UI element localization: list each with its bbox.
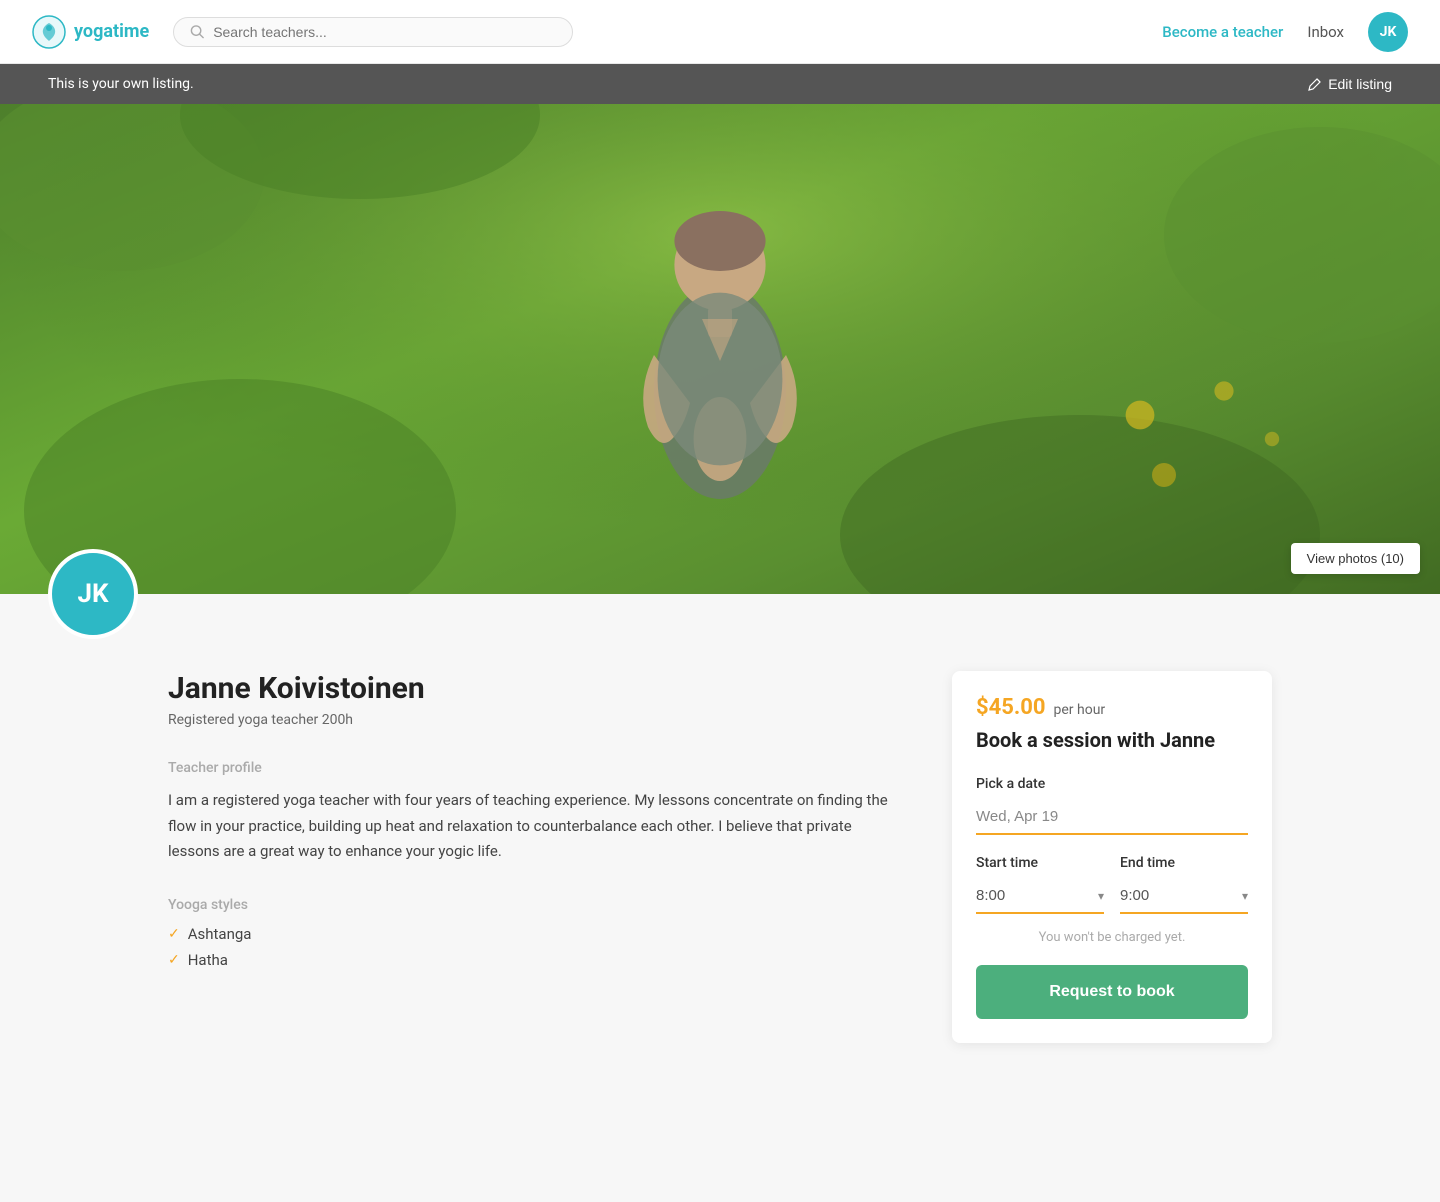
end-time-label: End time (1120, 855, 1248, 871)
hero-container: View photos (10) (0, 104, 1440, 594)
start-time-chevron: ▾ (1098, 889, 1104, 903)
become-teacher-link[interactable]: Become a teacher (1162, 23, 1283, 41)
date-form-group: Pick a date (976, 776, 1248, 835)
end-time-select[interactable]: 8:00 9:00 10:00 11:00 12:00 (1120, 887, 1242, 904)
main-content: Janne Koivistoinen Registered yoga teach… (120, 639, 1320, 1107)
user-avatar-nav[interactable]: JK (1368, 12, 1408, 52)
edit-listing-button[interactable]: Edit listing (1308, 76, 1392, 92)
teacher-name: Janne Koivistoinen (168, 671, 904, 706)
booking-title: Book a session with Janne (976, 728, 1248, 752)
date-input[interactable] (976, 800, 1248, 835)
navbar: yogatime Become a teacher Inbox JK (0, 0, 1440, 64)
search-input[interactable] (213, 24, 556, 40)
start-time-select[interactable]: 7:00 8:00 9:00 10:00 11:00 (976, 887, 1098, 904)
end-time-wrapper: 8:00 9:00 10:00 11:00 12:00 ▾ (1120, 879, 1248, 914)
hero-illustration (0, 104, 1440, 594)
date-label: Pick a date (976, 776, 1248, 792)
left-column: Janne Koivistoinen Registered yoga teach… (168, 671, 904, 1043)
logo-link[interactable]: yogatime (32, 15, 149, 49)
check-icon-ashtanga: ✓ (168, 926, 180, 942)
navbar-right: Become a teacher Inbox JK (1162, 12, 1408, 52)
end-time-chevron: ▾ (1242, 889, 1248, 903)
logo-text: yogatime (74, 21, 149, 42)
styles-section-label: Yooga styles (168, 897, 904, 913)
profile-avatar-section: JK (0, 549, 1440, 639)
listing-banner: This is your own listing. Edit listing (0, 64, 1440, 104)
no-charge-text: You won't be charged yet. (976, 930, 1248, 945)
style-name-hatha: Hatha (188, 951, 228, 969)
check-icon-hatha: ✓ (168, 952, 180, 968)
teacher-subtitle: Registered yoga teacher 200h (168, 712, 904, 728)
logo-icon (32, 15, 66, 49)
start-time-wrapper: 7:00 8:00 9:00 10:00 11:00 ▾ (976, 879, 1104, 914)
end-time-group: End time 8:00 9:00 10:00 11:00 12:00 ▾ (1120, 855, 1248, 914)
profile-section-label: Teacher profile (168, 760, 904, 776)
style-item-ashtanga: ✓ Ashtanga (168, 925, 904, 943)
hero-bg (0, 104, 1440, 594)
search-box[interactable] (173, 17, 573, 47)
start-time-group: Start time 7:00 8:00 9:00 10:00 11:00 ▾ (976, 855, 1104, 914)
request-to-book-button[interactable]: Request to book (976, 965, 1248, 1019)
edit-listing-label: Edit listing (1328, 76, 1392, 92)
pencil-icon (1308, 77, 1322, 91)
price-value: $45.00 (976, 695, 1046, 720)
listing-banner-message: This is your own listing. (48, 76, 194, 92)
booking-card: $45.00 per hour Book a session with Jann… (952, 671, 1272, 1043)
inbox-link[interactable]: Inbox (1307, 23, 1344, 41)
time-row: Start time 7:00 8:00 9:00 10:00 11:00 ▾ … (976, 855, 1248, 914)
style-item-hatha: ✓ Hatha (168, 951, 904, 969)
style-name-ashtanga: Ashtanga (188, 925, 252, 943)
booking-card-container: $45.00 per hour Book a session with Jann… (952, 671, 1272, 1043)
start-time-label: Start time (976, 855, 1104, 871)
price-row: $45.00 per hour (976, 695, 1248, 720)
per-hour-label: per hour (1054, 702, 1106, 718)
yoga-styles-list: ✓ Ashtanga ✓ Hatha (168, 925, 904, 969)
profile-avatar: JK (48, 549, 138, 639)
teacher-bio: I am a registered yoga teacher with four… (168, 788, 904, 865)
search-icon (190, 24, 205, 40)
